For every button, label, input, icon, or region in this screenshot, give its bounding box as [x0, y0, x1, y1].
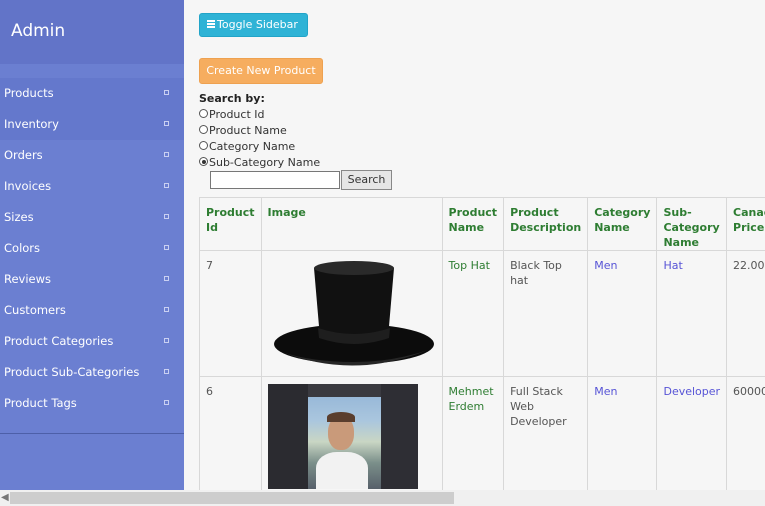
photo-shirt	[315, 452, 368, 489]
sidebar-item-inventory[interactable]: Inventory	[0, 109, 184, 140]
cell-product-id: 6	[199, 376, 262, 490]
developer-portrait-image	[267, 384, 418, 489]
sidebar-item-label: Colors	[4, 241, 41, 255]
expand-icon	[164, 152, 169, 157]
radio-button[interactable]	[199, 141, 208, 150]
toggle-sidebar-label: Toggle Sidebar	[217, 18, 298, 31]
cell-product-description: Full Stack Web Developer	[503, 376, 589, 490]
sidebar-item-customers[interactable]: Customers	[0, 295, 184, 326]
expand-icon	[164, 400, 169, 405]
table-row: 6 Mehmet Erdem Full Stack Web Developer …	[199, 376, 765, 490]
radio-button[interactable]	[199, 109, 208, 118]
expand-icon	[164, 245, 169, 250]
cell-price: 22.00	[726, 250, 765, 377]
cell-price: 60000.00	[726, 376, 765, 490]
expand-icon	[164, 183, 169, 188]
expand-icon	[164, 214, 169, 219]
col-header-product-name: Product Name	[441, 197, 505, 251]
cell-sub-category-link[interactable]: Developer	[656, 376, 728, 490]
cell-product-name[interactable]: Top Hat	[441, 250, 505, 377]
cell-product-description: Black Top hat	[503, 250, 589, 377]
sidebar-item-invoices[interactable]: Invoices	[0, 171, 184, 202]
products-table: Product Id Image Product Name Product De…	[199, 197, 765, 490]
search-button[interactable]: Search	[341, 170, 392, 190]
radio-category-name[interactable]: Category Name	[199, 140, 295, 153]
sidebar-item-products[interactable]: Products	[0, 78, 184, 109]
sidebar-item-product-sub-categories[interactable]: Product Sub-Categories	[0, 357, 184, 388]
radio-button[interactable]	[199, 157, 208, 166]
sidebar-item-label: Orders	[4, 148, 43, 162]
cell-product-id: 7	[199, 250, 262, 377]
radio-product-id[interactable]: Product Id	[199, 108, 265, 121]
create-new-product-button[interactable]: Create New Product	[199, 58, 323, 84]
photo-frame-right	[380, 384, 418, 489]
radio-button[interactable]	[199, 125, 208, 134]
sidebar-item-label: Sizes	[4, 210, 34, 224]
table-row: 7 Top Hat Black Top hat Men Hat 22.00	[199, 250, 765, 377]
sidebar-menu: Products Inventory Orders Invoices Sizes…	[0, 78, 184, 419]
sidebar-divider	[0, 433, 184, 434]
cell-image	[260, 376, 443, 490]
horizontal-scrollbar[interactable]: ◀	[0, 490, 765, 506]
sidebar-item-sizes[interactable]: Sizes	[0, 202, 184, 233]
cell-product-name[interactable]: Mehmet Erdem	[441, 376, 505, 490]
table-header-row: Product Id Image Product Name Product De…	[199, 197, 765, 251]
col-header-sub-category-name: Sub-Category Name	[656, 197, 728, 251]
sidebar-item-product-categories[interactable]: Product Categories	[0, 326, 184, 357]
expand-icon	[164, 369, 169, 374]
expand-icon	[164, 338, 169, 343]
sidebar-item-orders[interactable]: Orders	[0, 140, 184, 171]
col-header-canadian-price: Canadian Price	[726, 197, 765, 251]
toggle-sidebar-button[interactable]: Toggle Sidebar	[199, 13, 308, 37]
sidebar-item-product-tags[interactable]: Product Tags	[0, 388, 184, 419]
radio-sub-category-name[interactable]: Sub-Category Name	[199, 156, 320, 169]
search-input[interactable]	[210, 171, 340, 189]
search-by-label: Search by:	[199, 92, 265, 105]
sidebar: Admin Products Inventory Orders Invoices…	[0, 0, 184, 490]
photo-frame-top	[307, 384, 381, 397]
sidebar-item-label: Products	[4, 86, 54, 100]
sidebar-item-label: Customers	[4, 303, 66, 317]
sidebar-item-label: Reviews	[4, 272, 52, 286]
expand-icon	[164, 121, 169, 126]
sidebar-item-reviews[interactable]: Reviews	[0, 264, 184, 295]
cell-category-link[interactable]: Men	[587, 250, 658, 377]
expand-icon	[164, 307, 169, 312]
main-content: Toggle Sidebar Create New Product Search…	[198, 0, 765, 490]
photo-frame-left	[267, 384, 308, 489]
radio-product-name[interactable]: Product Name	[199, 124, 287, 137]
photo-hair	[326, 412, 355, 422]
col-header-product-description: Product Description	[503, 197, 589, 251]
sidebar-title: Admin	[0, 0, 184, 64]
radio-label: Product Name	[209, 124, 287, 137]
radio-label: Category Name	[209, 140, 296, 153]
sidebar-item-colors[interactable]: Colors	[0, 233, 184, 264]
cell-image	[260, 250, 443, 377]
scroll-left-icon[interactable]: ◀	[1, 492, 9, 504]
col-header-product-id: Product Id	[199, 197, 262, 251]
sidebar-item-label: Product Tags	[4, 396, 77, 410]
sidebar-item-label: Product Sub-Categories	[4, 365, 140, 379]
sidebar-item-label: Product Categories	[4, 334, 114, 348]
menu-icon	[207, 19, 215, 30]
scrollbar-thumb[interactable]	[10, 492, 454, 504]
expand-icon	[164, 276, 169, 281]
col-header-category-name: Category Name	[587, 197, 658, 251]
col-header-image: Image	[260, 197, 443, 251]
sidebar-item-label: Inventory	[4, 117, 59, 131]
radio-label: Product Id	[209, 108, 265, 121]
cell-category-link[interactable]: Men	[587, 376, 658, 490]
top-hat-image	[273, 261, 434, 366]
radio-label: Sub-Category Name	[209, 156, 321, 169]
expand-icon	[164, 90, 169, 95]
sidebar-item-label: Invoices	[4, 179, 52, 193]
cell-sub-category-link[interactable]: Hat	[656, 250, 728, 377]
